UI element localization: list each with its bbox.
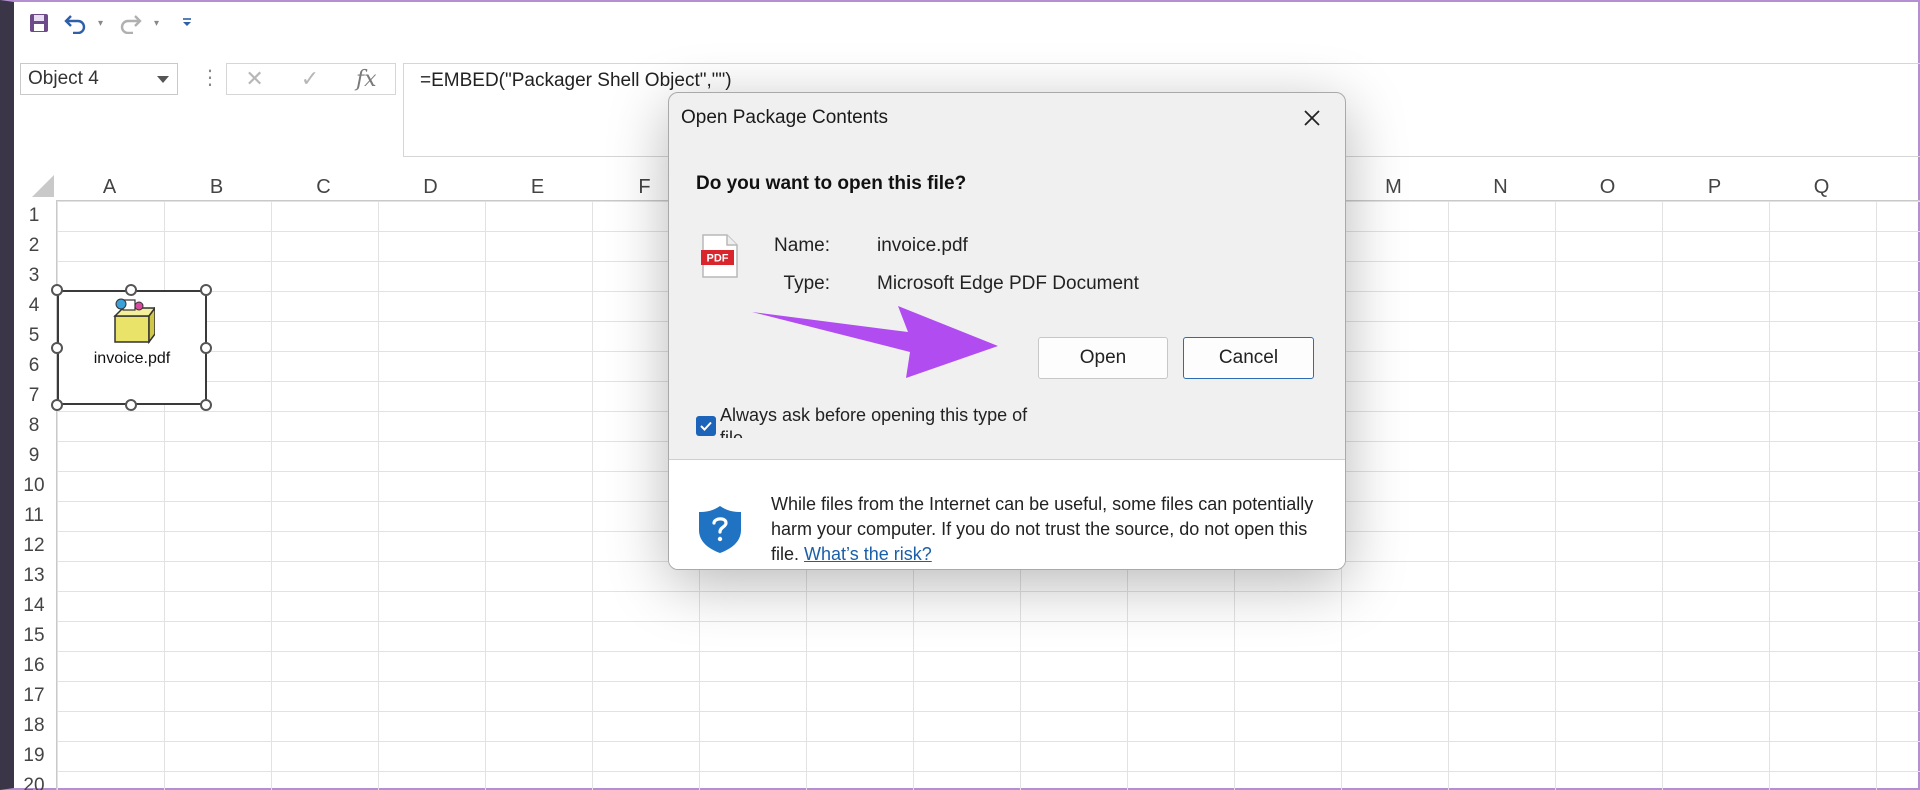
row-header-14[interactable]: 14: [14, 590, 54, 620]
resize-handle-bottom-right[interactable]: [200, 399, 212, 411]
formula-buttons: ✕ ✓ fx: [226, 63, 396, 95]
resize-handle-bottom[interactable]: [125, 399, 137, 411]
pdf-file-icon: PDF: [701, 234, 738, 278]
customize-icon[interactable]: [174, 10, 200, 36]
row-header-19[interactable]: 19: [14, 740, 54, 770]
row-header-4[interactable]: 4: [14, 290, 54, 320]
select-all-corner[interactable]: [14, 172, 56, 200]
resize-handle-top-left[interactable]: [51, 284, 63, 296]
confirm-edit-icon[interactable]: ✓: [301, 66, 319, 92]
row-header-11[interactable]: 11: [14, 500, 54, 530]
column-header-e[interactable]: E: [484, 172, 591, 200]
row-header-8[interactable]: 8: [14, 410, 54, 440]
row-header-5[interactable]: 5: [14, 320, 54, 350]
column-header-b[interactable]: B: [163, 172, 270, 200]
name-value: invoice.pdf: [877, 235, 968, 256]
insert-function-icon[interactable]: fx: [356, 67, 377, 92]
row-header-6[interactable]: 6: [14, 350, 54, 380]
row-header-2[interactable]: 2: [14, 230, 54, 260]
dialog-title: Open Package Contents: [681, 107, 889, 128]
chevron-down-icon[interactable]: [157, 76, 169, 83]
redo-dropdown-icon[interactable]: ▾: [154, 18, 164, 29]
cancel-button[interactable]: Cancel: [1183, 337, 1314, 379]
embedded-object-label: invoice.pdf: [93, 350, 171, 367]
resize-handle-left[interactable]: [51, 342, 63, 354]
more-icon[interactable]: ⋮: [200, 64, 220, 94]
row-header-15[interactable]: 15: [14, 620, 54, 650]
annotation-arrow: [752, 306, 998, 378]
resize-handle-top-right[interactable]: [200, 284, 212, 296]
always-ask-checkbox[interactable]: [696, 416, 716, 436]
row-header-16[interactable]: 16: [14, 650, 54, 680]
undo-dropdown-icon[interactable]: ▾: [98, 18, 108, 29]
close-icon[interactable]: [1297, 103, 1327, 133]
name-box-value: Object 4: [28, 68, 99, 89]
name-label: Name:: [774, 235, 830, 256]
row-header-1[interactable]: 1: [14, 200, 54, 230]
column-header-m[interactable]: M: [1340, 172, 1447, 200]
row-header-7[interactable]: 7: [14, 380, 54, 410]
always-ask-label[interactable]: Always ask before opening this type of f…: [720, 404, 1050, 438]
open-button[interactable]: Open: [1038, 337, 1168, 379]
row-header-3[interactable]: 3: [14, 260, 54, 290]
quick-access-toolbar: ▾ ▾: [26, 8, 200, 38]
resize-handle-top[interactable]: [125, 284, 137, 296]
shield-help-icon: [699, 506, 741, 553]
column-header-c[interactable]: C: [270, 172, 377, 200]
column-header-n[interactable]: N: [1447, 172, 1554, 200]
warning-panel: While files from the Internet can be use…: [669, 460, 1345, 569]
checkmark-icon: [700, 421, 712, 431]
formula-text: =EMBED("Packager Shell Object",""): [420, 70, 732, 91]
row-header-12[interactable]: 12: [14, 530, 54, 560]
column-header-p[interactable]: P: [1661, 172, 1768, 200]
redo-icon[interactable]: [118, 10, 144, 36]
resize-handle-bottom-left[interactable]: [51, 399, 63, 411]
row-header-9[interactable]: 9: [14, 440, 54, 470]
name-box[interactable]: Object 4: [20, 63, 178, 95]
embedded-object[interactable]: invoice.pdf: [57, 290, 207, 405]
column-header-o[interactable]: O: [1554, 172, 1661, 200]
row-header-10[interactable]: 10: [14, 470, 54, 500]
row-header-20[interactable]: 20: [14, 770, 54, 790]
resize-handle-right[interactable]: [200, 342, 212, 354]
row-header-17[interactable]: 17: [14, 680, 54, 710]
column-header-q[interactable]: Q: [1768, 172, 1875, 200]
row-header-18[interactable]: 18: [14, 710, 54, 740]
save-icon[interactable]: [26, 10, 52, 36]
pdf-icon-text: PDF: [707, 253, 729, 265]
warning-message: While files from the Internet can be use…: [771, 492, 1331, 567]
column-header-d[interactable]: D: [377, 172, 484, 200]
column-header-a[interactable]: A: [56, 172, 163, 200]
cancel-edit-icon[interactable]: ✕: [245, 66, 263, 92]
row-header-13[interactable]: 13: [14, 560, 54, 590]
undo-icon[interactable]: [62, 10, 88, 36]
package-icon: [113, 298, 155, 345]
dialog-question: Do you want to open this file?: [696, 173, 967, 194]
whats-the-risk-link[interactable]: What’s the risk?: [804, 544, 932, 564]
